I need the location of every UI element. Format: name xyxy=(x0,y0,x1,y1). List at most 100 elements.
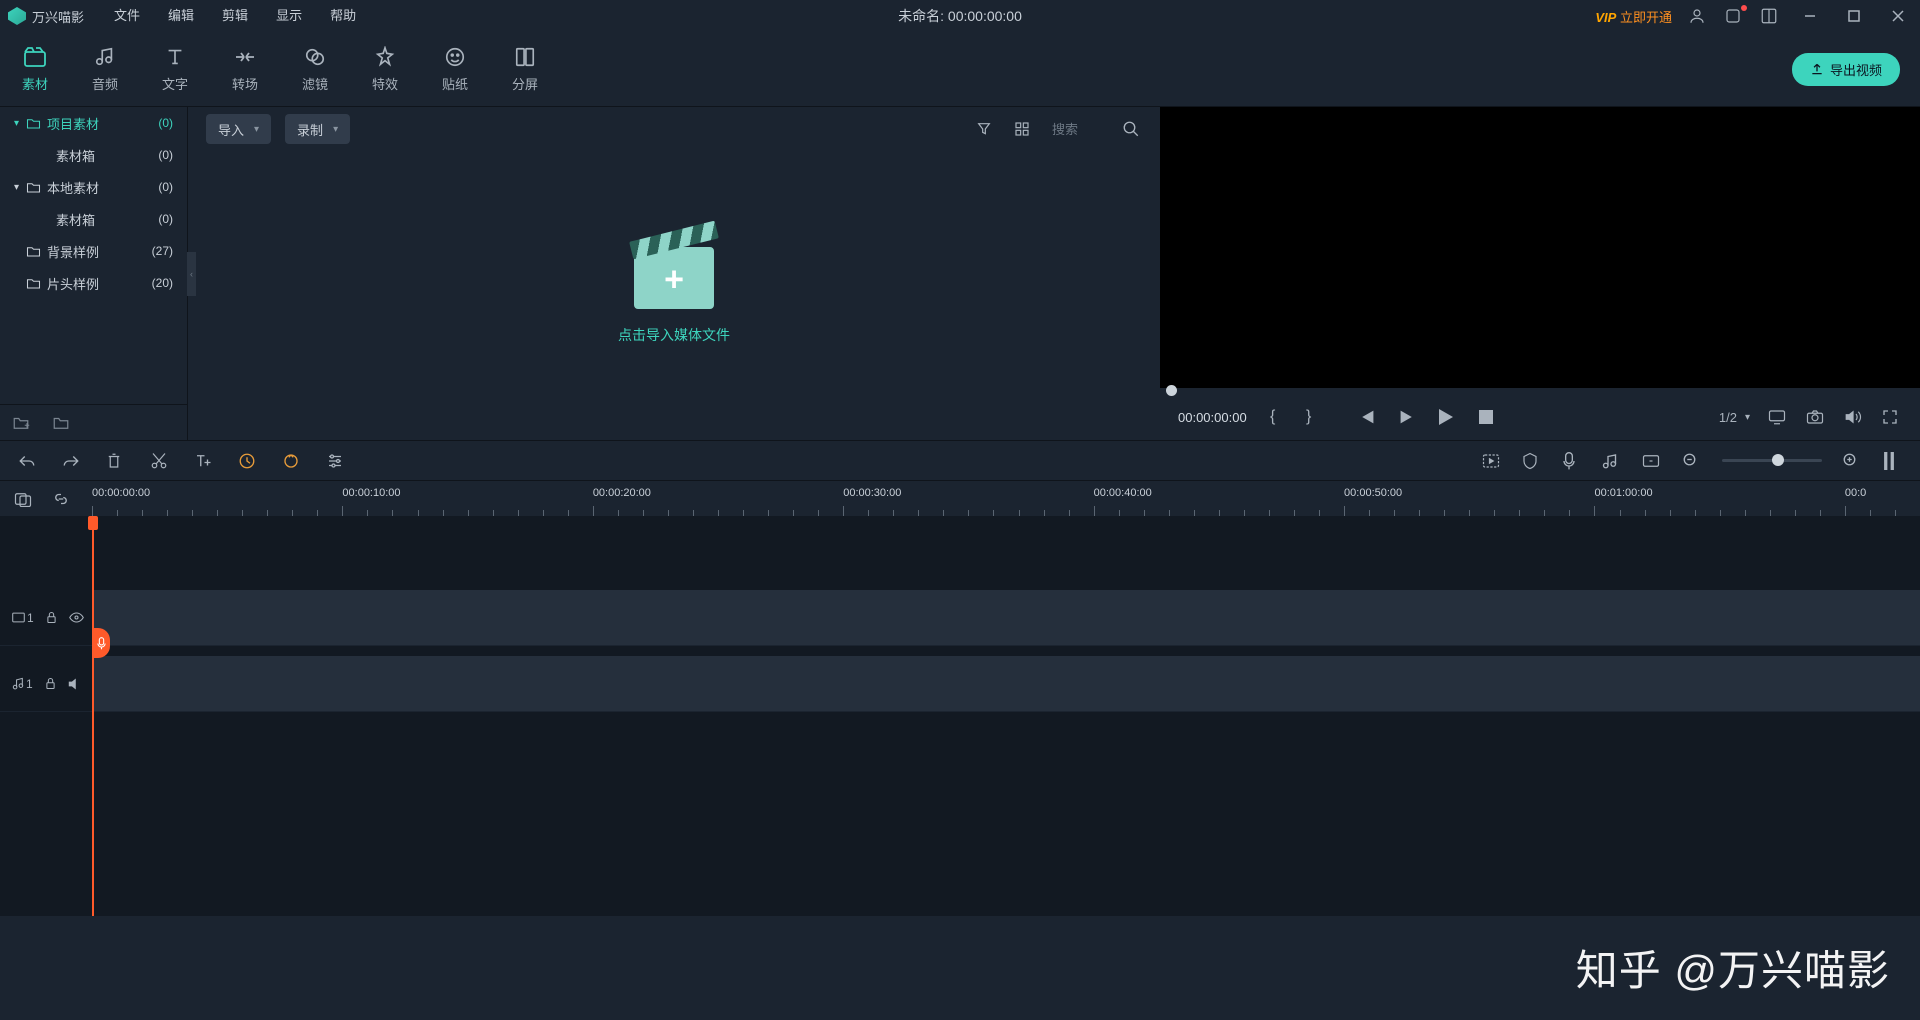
next-frame-icon[interactable] xyxy=(1399,410,1419,424)
export-button[interactable]: 导出视频 xyxy=(1792,53,1900,86)
filter-icon xyxy=(304,46,326,68)
voiceover-marker[interactable] xyxy=(92,628,110,658)
vip-text: 立即开通 xyxy=(1620,10,1672,25)
zoom-fit-icon[interactable] xyxy=(1882,452,1902,470)
effect-icon xyxy=(374,46,396,68)
zoom-in-icon[interactable] xyxy=(1842,452,1862,470)
zoom-thumb[interactable] xyxy=(1772,454,1784,466)
adjust-icon[interactable] xyxy=(326,453,346,469)
sidebar-item[interactable]: ▾项目素材(0) xyxy=(0,107,187,139)
tab-filter[interactable]: 滤镜 xyxy=(280,32,350,107)
search-input[interactable] xyxy=(1052,122,1112,137)
volume-icon[interactable] xyxy=(1844,409,1864,425)
track-add-icon[interactable] xyxy=(14,491,34,507)
sticker-icon xyxy=(444,46,466,68)
sidebar-item[interactable]: 素材箱(0) xyxy=(0,203,187,235)
media-panel: ‹ 导入▾ 录制▾ 点击导入媒体文件 xyxy=(188,107,1160,440)
filter-icon[interactable] xyxy=(976,121,996,137)
sidebar-item[interactable]: 背景样例(27) xyxy=(0,235,187,267)
play-icon[interactable] xyxy=(1439,409,1459,425)
menu-view[interactable]: 显示 xyxy=(262,0,316,32)
menu-clip[interactable]: 剪辑 xyxy=(208,0,262,32)
folder-icon[interactable] xyxy=(52,415,72,431)
audio-track[interactable]: 1 xyxy=(0,656,1920,712)
watermark: 知乎 @万兴喵影 xyxy=(1576,937,1890,998)
media-sidebar: ▾项目素材(0)素材箱(0)▾本地素材(0)素材箱(0)背景样例(27)片头样例… xyxy=(0,107,188,440)
sidebar-item[interactable]: 片头样例(20) xyxy=(0,267,187,299)
timeline-tracks: 1 1 xyxy=(0,516,1920,916)
stop-icon[interactable] xyxy=(1479,410,1499,424)
timeline-ruler[interactable]: 00:00:00:0000:00:10:0000:00:20:0000:00:3… xyxy=(92,481,1920,516)
import-dropdown[interactable]: 导入▾ xyxy=(206,114,271,144)
import-drop-zone[interactable]: 点击导入媒体文件 xyxy=(618,247,730,345)
sidebar-item[interactable]: 素材箱(0) xyxy=(0,139,187,171)
record-dropdown[interactable]: 录制▾ xyxy=(285,114,350,144)
close-button[interactable] xyxy=(1884,2,1912,30)
preview-seekbar[interactable] xyxy=(1160,388,1920,394)
tab-effect[interactable]: 特效 xyxy=(350,32,420,107)
chevron-down-icon: ▾ xyxy=(333,124,338,135)
mute-icon[interactable] xyxy=(68,678,82,690)
zoom-out-icon[interactable] xyxy=(1682,452,1702,470)
minimize-button[interactable] xyxy=(1796,2,1824,30)
text-add-icon[interactable] xyxy=(194,452,214,470)
keyframe-icon[interactable] xyxy=(1642,454,1662,468)
zoom-slider[interactable] xyxy=(1722,459,1822,462)
transition-icon xyxy=(233,46,257,68)
audio-track-icon: 1 xyxy=(12,677,33,691)
media-icon xyxy=(23,46,47,68)
search-icon[interactable] xyxy=(1122,120,1142,138)
sidebar-item[interactable]: ▾本地素材(0) xyxy=(0,171,187,203)
menu-file[interactable]: 文件 xyxy=(100,0,154,32)
crop-rotate-icon[interactable] xyxy=(282,452,302,470)
main-menu: 文件 编辑 剪辑 显示 帮助 xyxy=(100,0,370,32)
audio-icon xyxy=(94,46,116,68)
maximize-button[interactable] xyxy=(1840,2,1868,30)
tab-split[interactable]: 分屏 xyxy=(490,32,560,107)
menu-help[interactable]: 帮助 xyxy=(316,0,370,32)
audio-mixer-icon[interactable] xyxy=(1602,452,1622,470)
eye-icon[interactable] xyxy=(69,612,84,623)
chevron-down-icon: ▾ xyxy=(1745,412,1750,423)
prev-frame-icon[interactable] xyxy=(1359,410,1379,424)
voiceover-icon[interactable] xyxy=(1562,451,1582,471)
vip-section[interactable]: VIP 立即开通 xyxy=(1595,7,1672,26)
export-label: 导出视频 xyxy=(1830,60,1882,79)
cut-icon[interactable] xyxy=(150,452,170,470)
video-track[interactable]: 1 xyxy=(0,590,1920,646)
render-icon[interactable] xyxy=(1482,453,1502,469)
lock-icon[interactable] xyxy=(45,677,56,690)
marker-icon[interactable] xyxy=(1522,452,1542,470)
mark-out-icon[interactable]: } xyxy=(1299,408,1319,426)
collapse-handle[interactable]: ‹ xyxy=(187,252,196,296)
speed-icon[interactable] xyxy=(238,452,258,470)
project-title: 未命名: 00:00:00:00 xyxy=(898,0,1022,32)
preview-ratio-dropdown[interactable]: 1/2▾ xyxy=(1719,410,1750,425)
vip-badge: VIP xyxy=(1595,10,1616,25)
redo-icon[interactable] xyxy=(62,453,82,469)
tab-media[interactable]: 素材 xyxy=(0,32,70,107)
user-icon[interactable] xyxy=(1688,7,1708,25)
new-folder-icon[interactable] xyxy=(12,415,32,431)
link-icon[interactable] xyxy=(52,491,72,507)
preview-canvas[interactable] xyxy=(1160,107,1920,388)
fullscreen-icon[interactable] xyxy=(1882,409,1902,425)
tab-transition[interactable]: 转场 xyxy=(210,32,280,107)
undo-icon[interactable] xyxy=(18,453,38,469)
notification-icon[interactable] xyxy=(1724,7,1744,25)
timeline-toolbar xyxy=(0,440,1920,480)
tab-text[interactable]: 文字 xyxy=(140,32,210,107)
layout-icon[interactable] xyxy=(1760,7,1780,25)
upload-icon xyxy=(1810,62,1824,76)
display-icon[interactable] xyxy=(1768,409,1788,425)
lock-icon[interactable] xyxy=(46,611,57,624)
grid-view-icon[interactable] xyxy=(1014,121,1034,137)
tab-sticker[interactable]: 贴纸 xyxy=(420,32,490,107)
menu-edit[interactable]: 编辑 xyxy=(154,0,208,32)
tab-audio[interactable]: 音频 xyxy=(70,32,140,107)
snapshot-icon[interactable] xyxy=(1806,409,1826,425)
preview-timecode: 00:00:00:00 xyxy=(1178,410,1247,425)
delete-icon[interactable] xyxy=(106,452,126,470)
playhead[interactable] xyxy=(92,516,94,916)
mark-in-icon[interactable]: { xyxy=(1263,408,1283,426)
